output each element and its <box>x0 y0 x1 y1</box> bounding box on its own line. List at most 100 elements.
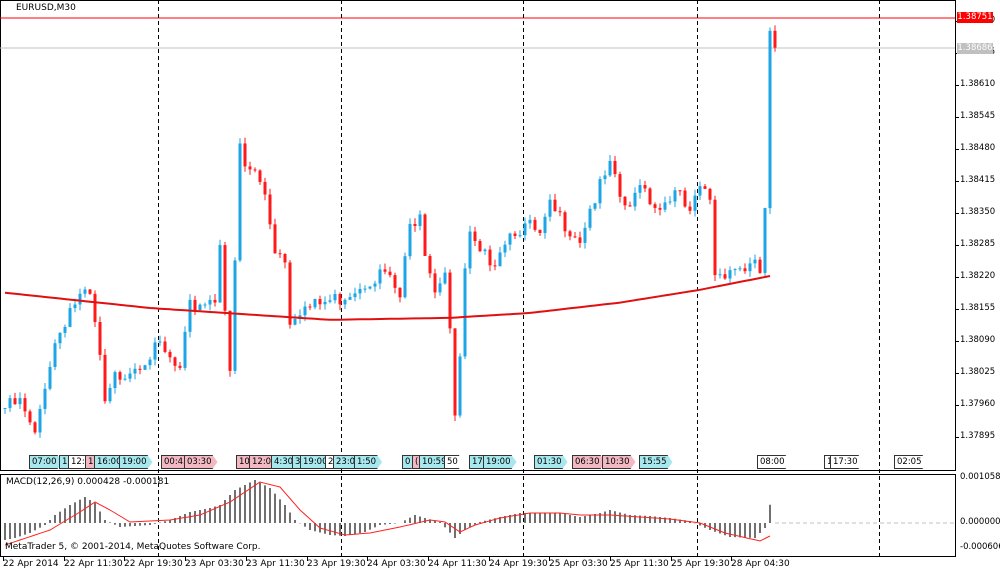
candle-body <box>583 227 587 243</box>
price-tick-label: 1.38025 <box>960 367 996 377</box>
candle-body <box>718 274 722 276</box>
candle-body <box>353 293 357 298</box>
candle-body <box>553 199 557 212</box>
candle-body <box>523 223 527 236</box>
candle-body <box>643 185 647 189</box>
candles <box>3 25 777 438</box>
candle-body <box>308 306 312 308</box>
candle-body <box>373 283 377 287</box>
candle-body <box>623 196 627 206</box>
candle-body <box>508 233 512 245</box>
price-tick <box>955 437 959 438</box>
main-pane-border <box>0 0 956 471</box>
candle-body <box>673 190 677 202</box>
macd-signal-line <box>4 481 771 546</box>
candle-body <box>388 271 392 276</box>
candle-body <box>413 223 417 226</box>
price-tick-label: 1.38285 <box>960 239 996 249</box>
price-tick-label: 1.38545 <box>960 111 996 121</box>
candle-body <box>143 365 147 370</box>
candle-body <box>513 233 517 236</box>
moving-average-line <box>4 275 771 321</box>
candle-body <box>533 219 537 230</box>
chart-frame <box>0 0 956 557</box>
candle-body <box>758 259 762 273</box>
event-marker[interactable]: 02:05 <box>894 455 928 469</box>
price-tick-label: 1.37895 <box>960 431 996 441</box>
event-marker[interactable]: 19:00 <box>119 455 153 469</box>
event-marker[interactable]: 07:00 <box>29 455 63 469</box>
event-marker[interactable]: 15:55 <box>639 455 673 469</box>
candle-body <box>588 208 592 228</box>
candle-body <box>503 244 507 253</box>
event-marker[interactable]: 08:00 <box>757 455 791 469</box>
price-tick <box>955 277 959 278</box>
event-marker[interactable]: 19:00 <box>483 455 517 469</box>
candle-body <box>118 372 122 380</box>
price-chart[interactable] <box>0 0 1000 574</box>
time-tick-label: 24 Apr 19:30 <box>489 559 548 569</box>
event-marker[interactable]: 10:30 <box>602 455 636 469</box>
candle-body <box>393 275 397 288</box>
time-tick <box>367 557 368 561</box>
candle-body <box>698 186 702 196</box>
event-marker[interactable]: 1:50 <box>354 455 382 469</box>
candle-body <box>458 356 462 416</box>
candle-body <box>303 306 307 316</box>
candle-body <box>438 283 442 293</box>
candle-body <box>448 272 452 329</box>
candle-body <box>18 398 22 405</box>
candle-body <box>328 300 332 302</box>
event-marker[interactable]: 03:30 <box>184 455 218 469</box>
price-tick-label: 1.38090 <box>960 335 996 345</box>
price-tick <box>955 85 959 86</box>
candle-body <box>188 299 192 332</box>
time-tick-label: 24 Apr 03:30 <box>367 559 426 569</box>
candle-body <box>378 269 382 284</box>
candle-body <box>598 179 602 204</box>
candle-body <box>293 319 297 325</box>
event-marker[interactable]: 06:30 <box>572 455 606 469</box>
price-tick-label: 1.38155 <box>960 303 996 313</box>
candle-body <box>223 245 227 311</box>
event-marker[interactable]: 17:30 <box>830 455 864 469</box>
price-tick <box>955 149 959 150</box>
candle-body <box>333 294 337 301</box>
time-tick <box>489 557 490 561</box>
candle-body <box>723 274 727 279</box>
candle-body <box>633 192 637 207</box>
macd-label: MACD(12,26,9) 0.000428 -0.000181 <box>6 477 170 487</box>
candle-body <box>178 365 182 368</box>
candle-body <box>208 299 212 305</box>
chart-symbol-title: EURUSD,M30 <box>16 3 76 13</box>
time-tick-label: 25 Apr 19:30 <box>671 559 730 569</box>
candle-body <box>73 304 77 309</box>
candle-body <box>398 287 402 298</box>
event-marker[interactable]: 01:30 <box>534 455 568 469</box>
candle-body <box>323 301 327 305</box>
candle-body <box>548 199 552 217</box>
price-tick-label: 1.38610 <box>960 79 996 89</box>
candle-body <box>763 208 767 273</box>
candle-body <box>63 326 67 333</box>
macd-tick-label: 0.000000 <box>960 517 1000 527</box>
candle-body <box>163 341 167 352</box>
time-tick-label: 23 Apr 19:30 <box>307 559 366 569</box>
candle-body <box>228 310 232 371</box>
candle-body <box>713 199 717 276</box>
time-tick-label: 28 Apr 04:30 <box>731 559 790 569</box>
candle-body <box>133 368 137 374</box>
candle-body <box>238 143 242 261</box>
candle-body <box>8 398 12 408</box>
time-tick-label: 24 Apr 11:30 <box>428 559 487 569</box>
time-tick <box>428 557 429 561</box>
candle-body <box>498 252 502 267</box>
time-tick <box>246 557 247 561</box>
candle-body <box>88 289 92 294</box>
candle-body <box>408 223 412 257</box>
candle-body <box>278 253 282 255</box>
candle-body <box>83 289 87 294</box>
candle-body <box>403 256 407 298</box>
candle-body <box>33 422 37 433</box>
time-tick-label: 22 Apr 11:30 <box>64 559 123 569</box>
